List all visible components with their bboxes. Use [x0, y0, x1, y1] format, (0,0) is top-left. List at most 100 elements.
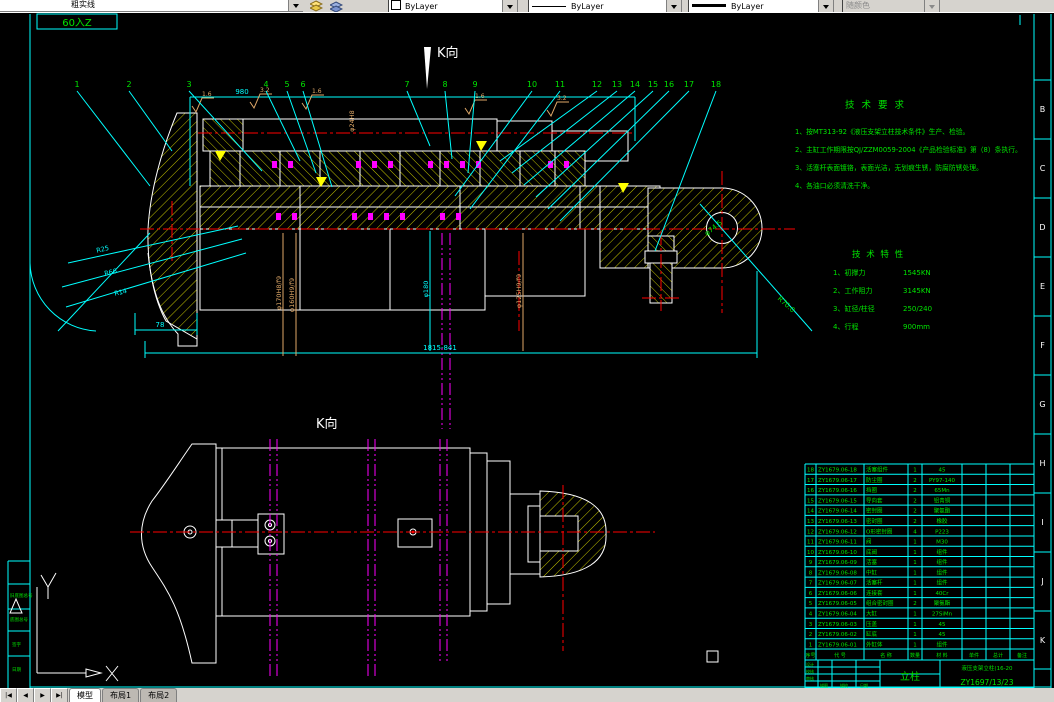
- spec-label: 3、缸径/柱径: [833, 304, 875, 313]
- tech-req-item: 2、主缸工作期限按QJ/ZZM0059-2004《产品检验标准》第（8）条执行。: [795, 145, 1022, 154]
- tab-layout2[interactable]: 布局2: [140, 688, 177, 702]
- callout-5: 5: [284, 80, 289, 89]
- tab-nav-next[interactable]: ▶: [34, 688, 51, 702]
- bom-row-3-name: 压盖: [866, 620, 878, 628]
- frame-triangle-mark: [10, 599, 22, 613]
- bom-row-6-code: ZY1679.06-06: [818, 591, 857, 597]
- bom-row-2-no: 2: [809, 632, 813, 638]
- layer-states-icon[interactable]: [330, 0, 343, 10]
- bom-row-10-qty: 1: [913, 550, 917, 556]
- color-combo-arrow[interactable]: [502, 0, 517, 12]
- tab-nav-last[interactable]: ▶|: [51, 688, 68, 702]
- layer-combo[interactable]: 粗实线: [0, 0, 303, 12]
- linetype-combo[interactable]: ByLayer: [528, 0, 682, 12]
- zone-letter-B: B: [1040, 105, 1046, 114]
- bom-row-12-qty: 4: [913, 529, 917, 535]
- tab-layout1[interactable]: 布局1: [102, 688, 139, 702]
- bom-row-3-qty: 1: [913, 622, 917, 628]
- color-value: ByLayer: [402, 2, 440, 12]
- tab-nav-first[interactable]: |◀: [0, 688, 17, 702]
- callout-3: 3: [186, 80, 191, 89]
- bom-row-3-mat: 45: [939, 622, 946, 628]
- dim-r25: R25: [96, 244, 110, 255]
- bom-row-4-name: 大缸: [866, 610, 878, 618]
- callout-8: 8: [442, 80, 447, 89]
- tech-requirements: 技 术 要 求 1、按MT313-92《液压支架立柱技术条件》生产、检验。 2、…: [795, 99, 1022, 190]
- dim-eye-radius: R70.0: [776, 295, 797, 315]
- lineweight-combo-arrow[interactable]: [818, 0, 833, 12]
- linetype-combo-arrow[interactable]: [666, 0, 681, 12]
- bom-row-13-no: 13: [807, 519, 814, 525]
- layout-tab-bar: |◀ ◀ ▶ ▶| 模型 布局1 布局2: [0, 688, 1054, 702]
- kview-port: [398, 519, 432, 547]
- tech-req-item: 1、按MT313-92《液压支架立柱技术条件》生产、检验。: [795, 127, 969, 136]
- bom-row-1-code: ZY1679.06-01: [818, 642, 857, 648]
- bom-row-15-no: 15: [807, 498, 814, 504]
- lineweight-combo[interactable]: ByLayer: [688, 0, 834, 12]
- bom-row-15-mat: 铝青铜: [934, 496, 951, 504]
- layer-combo-arrow[interactable]: [288, 0, 303, 11]
- dim-rod: φ24H8: [348, 110, 356, 132]
- drawing-canvas[interactable]: 60入Z BCDEFGHIJK 旧底图总号 底图总号 签字 日期 K向: [0, 12, 1054, 689]
- tech-req-item: 3、活塞杆表面镀铬，表面光洁，无划痕生锈，防腐防锈处理。: [795, 163, 983, 172]
- bom-row-13-qty: 2: [913, 519, 917, 525]
- zone-letter-C: C: [1040, 164, 1046, 173]
- callout-10: 10: [527, 80, 537, 89]
- bom-row-12-code: ZY1679.06-12: [818, 529, 857, 535]
- color-combo[interactable]: ByLayer: [388, 0, 518, 12]
- bom-row-7-mat: 组件: [936, 579, 948, 587]
- bom-row-17-qty: 2: [913, 478, 917, 484]
- title-block: 设计 校核 审核 描图 描校 日期 立柱 液压支架立柱(16-20 ZY1697…: [805, 660, 1034, 688]
- k-view-label: K向: [316, 416, 338, 432]
- callout-12: 12: [592, 80, 602, 89]
- bom-row-9-mat: 组件: [936, 558, 948, 566]
- layer-name-text: 粗实线: [68, 0, 97, 11]
- tb-label: 审核: [806, 675, 814, 681]
- frame-left-label: 底图总号: [10, 616, 28, 623]
- piston-head: [203, 119, 243, 151]
- bom-row-17-no: 17: [807, 478, 814, 484]
- spec-value: 1545KN: [903, 269, 931, 277]
- bom-row-13-code: ZY1679.06-13: [818, 519, 857, 525]
- zone-letter-J: J: [1040, 577, 1043, 586]
- bom-row-4-mat: 27SiMn: [932, 612, 953, 618]
- bom-row-14-mat: 聚氨酯: [934, 507, 951, 515]
- pickbox-cursor: [707, 651, 718, 662]
- zone-letter-E: E: [1040, 282, 1045, 291]
- zone-letter-G: G: [1039, 400, 1045, 409]
- layer-properties-icon[interactable]: [310, 0, 323, 10]
- bom-row-8-mat: 组件: [936, 568, 948, 576]
- bom-header: 名 称: [880, 652, 892, 659]
- bom-row-6-qty: 1: [913, 591, 917, 597]
- tb-label: 校核: [806, 668, 814, 674]
- color-chip: [391, 0, 401, 10]
- bom-row-15-name: 导向套: [866, 496, 883, 504]
- spec-value: 250/240: [903, 305, 932, 313]
- tab-model[interactable]: 模型: [69, 688, 101, 702]
- ucs-icon: [37, 573, 118, 681]
- callout-2: 2: [126, 80, 131, 89]
- product-spec: 液压支架立柱(16-20: [961, 664, 1013, 672]
- bom-row-1-mat: 组件: [936, 640, 948, 648]
- dim-r14: R14: [114, 287, 128, 298]
- bom-row-11-qty: 1: [913, 540, 917, 546]
- dim-top: 980: [235, 88, 248, 96]
- bom-row-10-mat: 组件: [936, 548, 948, 556]
- bom-row-18-code: ZY1679.06-18: [818, 468, 857, 474]
- tab-nav-prev[interactable]: ◀: [17, 688, 34, 702]
- bom-row-2-name: 缸底: [866, 630, 878, 638]
- bom-row-10-name: 底阀: [866, 548, 877, 556]
- zone-letter-column: BCDEFGHIJK: [1034, 80, 1051, 669]
- callout-6: 6: [300, 80, 305, 89]
- callout-16: 16: [664, 80, 674, 89]
- zone-letter-I: I: [1041, 518, 1043, 527]
- bom-row-2-qty: 1: [913, 632, 917, 638]
- roughness-symbol: [192, 98, 214, 112]
- bom-row-18-qty: 1: [913, 468, 917, 474]
- bom-row-5-no: 5: [809, 601, 813, 607]
- linetype-value: ByLayer: [568, 2, 606, 12]
- bom-row-16-no: 16: [807, 488, 814, 494]
- spec-label: 4、行程: [833, 322, 858, 331]
- callout-9: 9: [472, 80, 477, 89]
- bom-row-11-name: 阀: [866, 538, 872, 546]
